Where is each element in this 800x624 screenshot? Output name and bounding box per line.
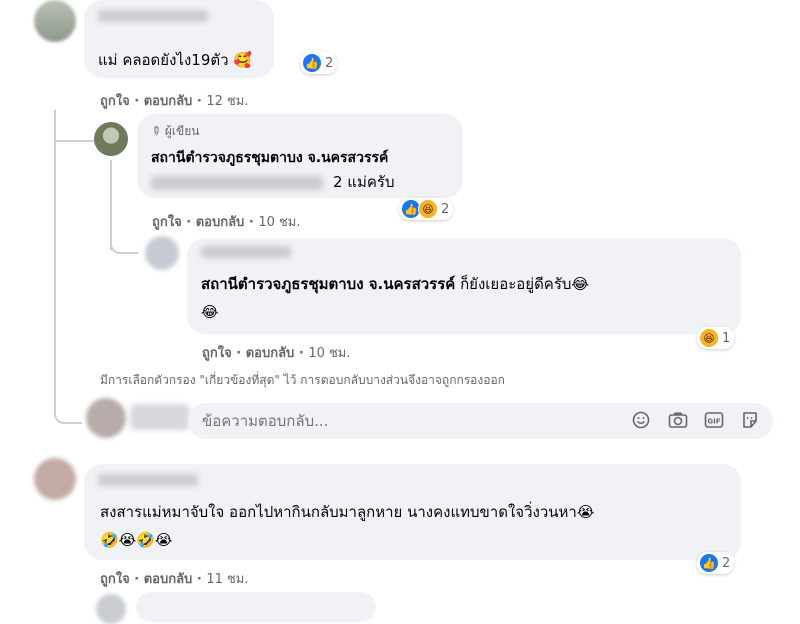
reply-text: 2 แม่ครับ — [333, 173, 395, 191]
reply-input-box[interactable]: GIF — [188, 403, 773, 439]
comment-text-line2: 🤣😭🤣😭 — [100, 531, 173, 549]
thread-line-main — [54, 110, 56, 410]
reply-input[interactable] — [200, 411, 504, 431]
smiley-icon[interactable] — [631, 411, 651, 431]
haha-reaction: 😆 — [699, 328, 719, 348]
avatar[interactable] — [145, 236, 179, 270]
comment-actions: ถูกใจ · ตอบกลับ · 10 ชม. — [202, 346, 351, 361]
comment-actions: ถูกใจ · ตอบกลับ · 12 ชม. — [100, 94, 249, 109]
comment-bubble: สงสารแม่หมาจับใจ ออกไปหากินกลับมาลูกหาย … — [84, 464, 741, 560]
svg-text:GIF: GIF — [707, 418, 720, 426]
like-link[interactable]: ถูกใจ — [152, 215, 182, 230]
reply-bubble: ✎ ผู้เขียน สถานีตำรวจภูธรชุมตาบง จ.นครสว… — [137, 114, 463, 198]
like-reaction: 👍 — [699, 553, 719, 573]
camera-icon[interactable] — [668, 411, 688, 431]
timestamp[interactable]: 10 ชม. — [258, 215, 300, 230]
filter-note: มีการเลือกตัวกรอง "เกี่ยวข้องที่สุด" ไว้… — [100, 373, 505, 387]
thread-line-input — [54, 390, 82, 424]
comment-text: แม่ คลอดยังไง19ตัว 🥰 — [98, 51, 252, 69]
pencil-icon: ✎ — [147, 122, 165, 140]
author-avatar[interactable] — [94, 122, 128, 156]
like-reaction: 👍 — [302, 53, 322, 73]
author-badge: ✎ ผู้เขียน — [147, 122, 200, 140]
avatar[interactable] — [96, 594, 126, 624]
thread-line-reply2 — [110, 230, 138, 254]
reply-link[interactable]: ตอบกลับ — [246, 346, 295, 361]
reply-link[interactable]: ตอบกลับ — [196, 215, 245, 230]
timestamp[interactable]: 10 ชม. — [308, 346, 350, 361]
reaction-summary[interactable]: 😆 1 — [697, 327, 735, 349]
like-link[interactable]: ถูกใจ — [100, 572, 130, 587]
blur-overlay — [130, 404, 190, 430]
avatar[interactable] — [34, 458, 76, 500]
reply-link[interactable]: ตอบกลับ — [144, 94, 193, 109]
comment-actions: ถูกใจ · ตอบกลับ · 10 ชม. — [152, 215, 301, 230]
reaction-summary[interactable]: 👍 😆 2 — [399, 198, 454, 220]
commenter-name[interactable] — [98, 474, 198, 486]
thread-line-reply1 — [54, 120, 94, 142]
commenter-name[interactable] — [98, 10, 208, 22]
reply-text: สถานีตำรวจภูธรชุมตาบง จ.นครสวรรค์ ก็ยังเ… — [201, 275, 589, 293]
like-link[interactable]: ถูกใจ — [100, 94, 130, 109]
avatar[interactable] — [34, 0, 76, 42]
reply-bubble: สถานีตำรวจภูธรชุมตาบง จ.นครสวรรค์ ก็ยังเ… — [187, 238, 741, 334]
tagged-page[interactable]: สถานีตำรวจภูธรชุมตาบง จ.นครสวรรค์ — [201, 275, 455, 293]
timestamp[interactable]: 12 ชม. — [206, 94, 248, 109]
comment-actions: ถูกใจ · ตอบกลับ · 11 ชม. — [100, 572, 249, 587]
author-name[interactable]: สถานีตำรวจภูธรชุมตาบง จ.นครสวรรค์ — [151, 148, 388, 168]
like-link[interactable]: ถูกใจ — [202, 346, 232, 361]
gif-icon[interactable]: GIF — [704, 411, 724, 431]
reaction-summary[interactable]: 👍 2 — [697, 552, 735, 574]
sticker-icon[interactable] — [740, 411, 760, 431]
reply-text-line2: 😂 — [201, 303, 219, 321]
comment-bubble — [136, 592, 376, 622]
comment-bubble: แม่ คลอดยังไง19ตัว 🥰 — [84, 0, 274, 78]
reaction-summary[interactable]: 👍 2 — [300, 52, 338, 74]
my-avatar — [86, 398, 126, 438]
timestamp[interactable]: 11 ชม. — [206, 572, 248, 587]
reply-link[interactable]: ตอบกลับ — [144, 572, 193, 587]
haha-reaction: 😆 — [418, 199, 438, 219]
comment-text: สงสารแม่หมาจับใจ ออกไปหากินกลับมาลูกหาย … — [100, 503, 595, 521]
tagged-name[interactable] — [151, 176, 323, 190]
commenter-name[interactable] — [201, 246, 291, 258]
